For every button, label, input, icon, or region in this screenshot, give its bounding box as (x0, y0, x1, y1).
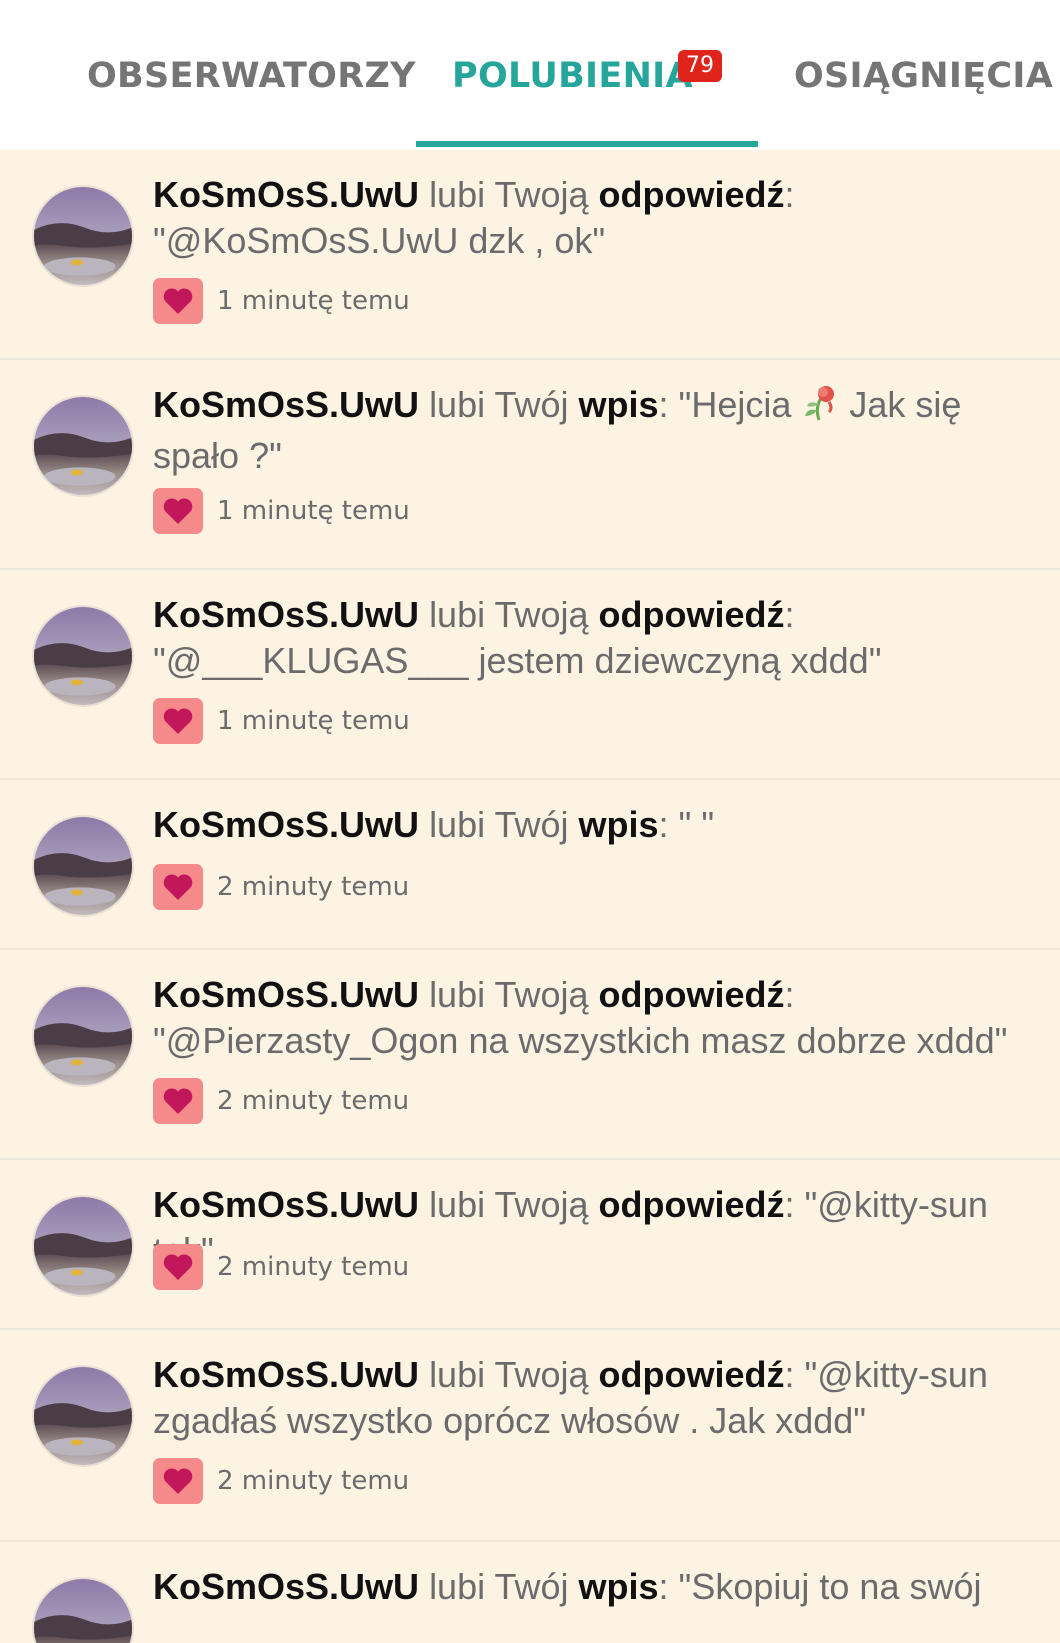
notification-meta: 2 minuty temu (153, 1458, 409, 1504)
username: KoSmOsS.UwU (153, 1184, 420, 1225)
notification-meta: 1 minutę temu (153, 488, 410, 534)
quoted-text: "@Pierzasty_Ogon na wszystkich masz dobr… (153, 1020, 1008, 1061)
timestamp: 2 minuty temu (217, 1086, 410, 1116)
quoted-text: "@___KLUGAS___ jestem dziewczyną xddd" (153, 640, 882, 681)
notification-meta: 1 minutę temu (153, 698, 410, 744)
list-item[interactable]: KoSmOsS.UwU lubi Twoją odpowiedź: "@Pier… (0, 950, 1060, 1160)
notification-meta: 2 minuty temu (153, 1078, 409, 1124)
username: KoSmOsS.UwU (153, 174, 420, 215)
avatar[interactable] (32, 1365, 134, 1467)
list-item[interactable]: KoSmOsS.UwU lubi Twoją odpowiedź: "@kitt… (0, 1160, 1060, 1330)
timestamp: 1 minutę temu (217, 286, 410, 316)
notification-text: KoSmOsS.UwU lubi Twoją odpowiedź: "@KoSm… (153, 174, 795, 261)
heart-icon (153, 1458, 203, 1504)
list-item[interactable]: KoSmOsS.UwU lubi Twój wpis: "Hejcia Jak … (0, 360, 1060, 570)
timestamp: 1 minutę temu (217, 706, 410, 736)
notification-text: KoSmOsS.UwU lubi Twoją odpowiedź: "@kitt… (153, 1354, 988, 1441)
tab-bar: E OBSERWATORZY POLUBIENIA 79 OSIĄGNIĘCIA (0, 0, 1060, 150)
avatar[interactable] (32, 395, 134, 497)
heart-icon (153, 1244, 203, 1290)
notification-meta: 2 minuty temu (153, 864, 409, 910)
username: KoSmOsS.UwU (153, 974, 420, 1015)
timestamp: 2 minuty temu (217, 1466, 410, 1496)
tab-likes[interactable]: POLUBIENIA (452, 56, 693, 96)
quoted-text: "@KoSmOsS.UwU dzk , ok" (153, 220, 606, 261)
tab-followers[interactable]: OBSERWATORZY (87, 56, 416, 96)
notification-meta: 1 minutę temu (153, 278, 410, 324)
notification-text: KoSmOsS.UwU lubi Twój wpis: "Skopiuj to … (153, 1566, 982, 1607)
notification-text: KoSmOsS.UwU lubi Twój wpis: "Hejcia Jak … (153, 382, 1024, 479)
list-item[interactable]: KoSmOsS.UwU lubi Twoją odpowiedź: "@KoSm… (0, 150, 1060, 360)
likes-count-badge: 79 (678, 50, 722, 82)
avatar[interactable] (32, 185, 134, 287)
avatar[interactable] (32, 1577, 134, 1643)
heart-icon (153, 698, 203, 744)
username: KoSmOsS.UwU (153, 594, 420, 635)
timestamp: 2 minuty temu (217, 872, 410, 902)
quoted-text: " " (678, 804, 715, 845)
avatar[interactable] (32, 815, 134, 917)
list-item[interactable]: KoSmOsS.UwU lubi Twój wpis: "Skopiuj to … (0, 1542, 1060, 1643)
heart-icon (153, 864, 203, 910)
username: KoSmOsS.UwU (153, 384, 420, 426)
list-item[interactable]: KoSmOsS.UwU lubi Twój wpis: " " 2 minuty… (0, 780, 1060, 950)
list-item[interactable]: KoSmOsS.UwU lubi Twoją odpowiedź: "@___K… (0, 570, 1060, 780)
avatar[interactable] (32, 1195, 134, 1297)
active-tab-indicator (416, 141, 758, 147)
tab-achievements[interactable]: OSIĄGNIĘCIA (794, 56, 1053, 96)
timestamp: 2 minuty temu (217, 1252, 410, 1282)
username: KoSmOsS.UwU (153, 804, 420, 845)
avatar[interactable] (32, 605, 134, 707)
notification-text: KoSmOsS.UwU lubi Twoją odpowiedź: "@Pier… (153, 974, 1008, 1061)
notification-text: KoSmOsS.UwU lubi Twój wpis: " " (153, 804, 715, 845)
heart-icon (153, 1078, 203, 1124)
timestamp: 1 minutę temu (217, 496, 410, 526)
heart-icon (153, 488, 203, 534)
notification-meta: 2 minuty temu (153, 1244, 409, 1290)
username: KoSmOsS.UwU (153, 1354, 420, 1395)
heart-icon (153, 278, 203, 324)
username: KoSmOsS.UwU (153, 1566, 420, 1607)
quoted-text: "Skopiuj to na swój (678, 1566, 982, 1607)
avatar[interactable] (32, 985, 134, 1087)
notification-text: KoSmOsS.UwU lubi Twoją odpowiedź: "@___K… (153, 594, 882, 681)
wilted-rose-icon (801, 382, 839, 433)
list-item[interactable]: KoSmOsS.UwU lubi Twoją odpowiedź: "@kitt… (0, 1330, 1060, 1542)
